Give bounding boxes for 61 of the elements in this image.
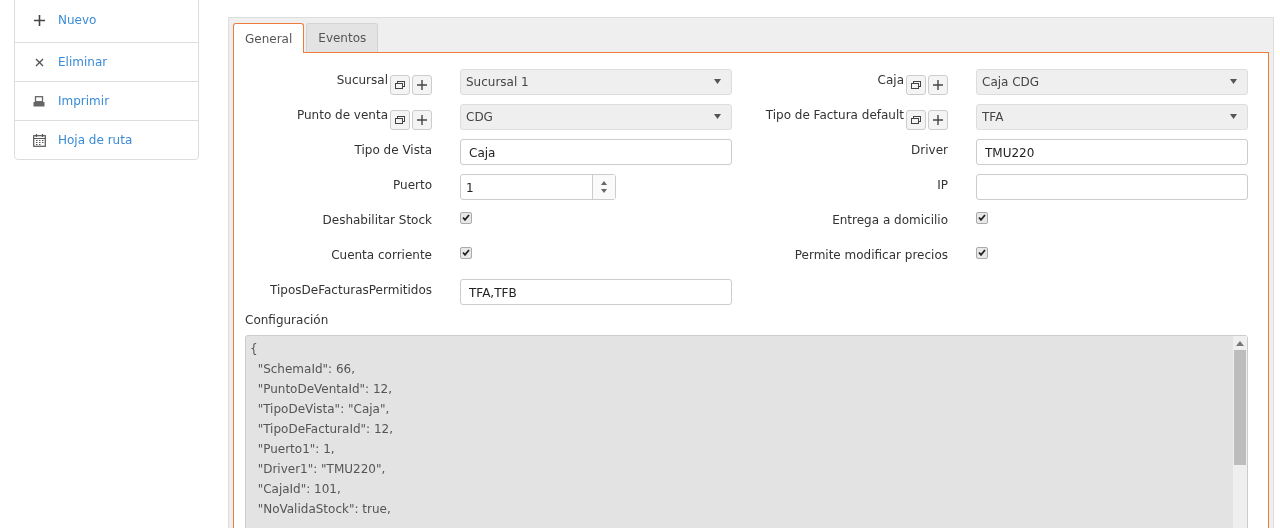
field-label: TiposDeFacturasPermitidos bbox=[270, 282, 432, 299]
select-field[interactable]: TFA bbox=[976, 103, 1248, 130]
scroll-up-icon[interactable] bbox=[1236, 341, 1244, 346]
plus-icon bbox=[933, 114, 943, 125]
calendar-icon bbox=[32, 133, 46, 147]
text-field[interactable]: Caja bbox=[460, 138, 732, 165]
windows-icon bbox=[911, 115, 921, 124]
dropdown-caret-icon bbox=[714, 79, 721, 84]
plus-icon bbox=[417, 79, 427, 90]
text-field[interactable] bbox=[976, 173, 1248, 200]
field-label: Permite modificar precios bbox=[794, 247, 948, 264]
field-label: Driver bbox=[911, 142, 948, 159]
dropdown-caret-icon bbox=[1230, 114, 1237, 119]
close-icon bbox=[34, 57, 44, 67]
select-field[interactable]: Caja CDG bbox=[976, 68, 1248, 95]
window-button[interactable] bbox=[906, 74, 926, 95]
dropdown-caret-icon bbox=[714, 114, 721, 119]
field-label: Entrega a domicilio bbox=[832, 212, 948, 229]
number-field[interactable]: 1 bbox=[460, 173, 616, 200]
windows-icon bbox=[911, 80, 921, 89]
field-label: Deshabilitar Stock bbox=[322, 212, 432, 229]
checkbox[interactable] bbox=[976, 211, 988, 224]
spinner-arrows-icon bbox=[601, 180, 607, 193]
window-button[interactable] bbox=[390, 74, 410, 95]
checkbox[interactable] bbox=[976, 246, 988, 259]
sidebar-item[interactable]: Imprimir bbox=[15, 81, 198, 120]
checkbox[interactable] bbox=[460, 246, 472, 259]
sidebar-item[interactable]: Eliminar bbox=[15, 42, 198, 81]
printer-icon bbox=[33, 95, 45, 107]
window-button[interactable] bbox=[390, 109, 410, 130]
plus-icon bbox=[33, 14, 45, 26]
add-button[interactable] bbox=[928, 74, 948, 95]
tab[interactable]: Eventos bbox=[306, 23, 379, 52]
tab[interactable]: General bbox=[233, 23, 305, 53]
sidebar-item[interactable]: Nuevo bbox=[15, 0, 198, 42]
field-label: Cuenta corriente bbox=[331, 247, 432, 264]
field-label: Puerto bbox=[393, 177, 432, 194]
window-button[interactable] bbox=[906, 109, 926, 130]
plus-icon bbox=[933, 79, 943, 90]
field-label: Caja bbox=[877, 72, 904, 89]
field-label: Tipo de Factura default bbox=[765, 107, 904, 124]
add-button[interactable] bbox=[412, 74, 432, 95]
add-button[interactable] bbox=[412, 109, 432, 130]
windows-icon bbox=[395, 115, 405, 124]
select-field[interactable]: Sucursal 1 bbox=[460, 68, 732, 95]
field-label: IP bbox=[937, 177, 948, 194]
add-button[interactable] bbox=[928, 109, 948, 130]
dropdown-caret-icon bbox=[1230, 79, 1237, 84]
select-field[interactable]: CDG bbox=[460, 103, 732, 130]
text-field[interactable]: TFA,TFB bbox=[460, 278, 732, 305]
windows-icon bbox=[395, 80, 405, 89]
scrollbar[interactable] bbox=[1233, 336, 1247, 528]
field-label: Sucursal bbox=[336, 72, 388, 89]
field-label: Punto de venta bbox=[296, 107, 388, 124]
checkbox[interactable] bbox=[460, 211, 472, 224]
field-label: Tipo de Vista bbox=[354, 142, 432, 159]
field-label: Configuración bbox=[245, 313, 329, 327]
plus-icon bbox=[417, 114, 427, 125]
text-field[interactable]: TMU220 bbox=[976, 138, 1248, 165]
sidebar-item[interactable]: Hoja de ruta bbox=[15, 120, 198, 159]
json-text-area[interactable]: { "SchemaId": 66, "PuntoDeVentaId": 12, "TipoDeVista": "Caja", "TipoDeFacturaId": 12, "Puerto1": 1, "Driver1": "TMU220", "CajaId": 101, "NoValidaStock": true, bbox=[245, 335, 1248, 528]
